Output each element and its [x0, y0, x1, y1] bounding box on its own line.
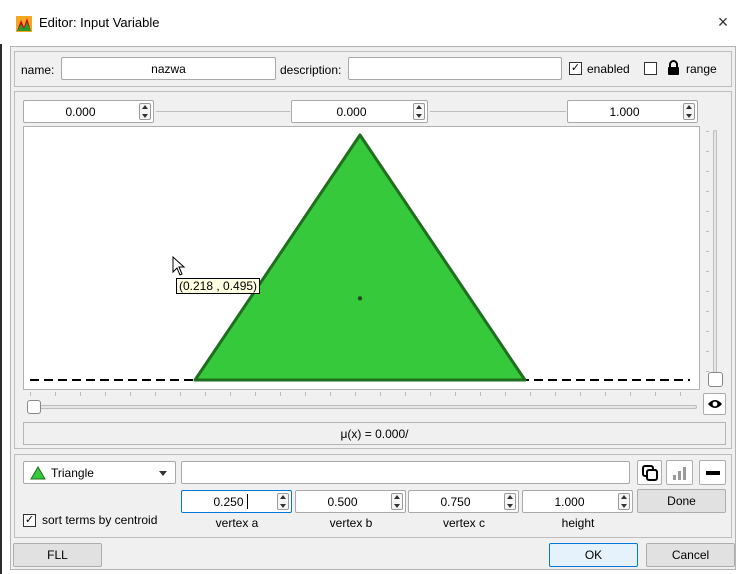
- x-slider-track[interactable]: [30, 405, 697, 409]
- vertex-c-stepper[interactable]: [504, 493, 516, 510]
- x-slider-handle[interactable]: [27, 400, 41, 414]
- done-button[interactable]: Done: [637, 489, 726, 513]
- triangle-term-icon: [30, 466, 46, 480]
- range-min-value: 0.000: [65, 104, 96, 119]
- eye-icon: [707, 400, 722, 408]
- sort-by-centroid-label: sort terms by centroid: [42, 513, 158, 527]
- vertex-a-spinbox[interactable]: 0.250: [181, 490, 292, 513]
- term-type-label: Triangle: [51, 466, 94, 480]
- window-title: Editor: Input Variable: [39, 15, 160, 30]
- triangle-term-shape[interactable]: [193, 133, 527, 382]
- term-plot-svg: [30, 133, 690, 382]
- vertex-a-label: vertex a: [215, 516, 259, 530]
- range-mid-spinbox[interactable]: 0.000: [291, 100, 428, 123]
- range-min-spinbox[interactable]: 0.000: [23, 100, 154, 123]
- chevron-down-icon: [159, 471, 167, 476]
- description-field[interactable]: [348, 57, 562, 80]
- range-line-left: [156, 111, 290, 112]
- remove-term-button[interactable]: [699, 460, 726, 485]
- app-icon: [16, 16, 32, 32]
- range-min-stepper[interactable]: [139, 103, 151, 120]
- height-slider-handle[interactable]: [708, 372, 723, 387]
- cancel-button[interactable]: Cancel: [646, 543, 735, 567]
- range-mid-stepper[interactable]: [413, 103, 425, 120]
- description-label: description:: [280, 63, 342, 77]
- mu-readout-box: μ(x) = 0.000/: [23, 422, 726, 445]
- range-lock-checkbox[interactable]: [644, 62, 657, 75]
- close-button[interactable]: ×: [712, 11, 734, 33]
- range-max-spinbox[interactable]: 1.000: [567, 100, 698, 123]
- term-expression-field[interactable]: [181, 461, 630, 484]
- height-label: height: [561, 516, 595, 530]
- name-field-value: nazwa: [151, 61, 186, 76]
- vertex-c-value: 0.750: [440, 494, 471, 509]
- range-label: range: [686, 62, 717, 76]
- mu-readout: μ(x) = 0.000/: [340, 426, 409, 441]
- vertex-c-spinbox[interactable]: 0.750: [408, 490, 519, 513]
- centroid-dot: [357, 296, 363, 301]
- term-type-combo[interactable]: Triangle: [23, 461, 176, 484]
- x-slider-ticks: [30, 392, 695, 396]
- mouse-cursor-icon: [172, 256, 186, 276]
- name-field[interactable]: nazwa: [61, 57, 276, 80]
- range-max-value: 1.000: [609, 104, 640, 119]
- eye-button[interactable]: [703, 393, 726, 415]
- height-value: 1.000: [554, 494, 585, 509]
- range-line-right: [430, 111, 566, 112]
- lock-icon: [668, 60, 679, 75]
- enabled-label: enabled: [587, 62, 630, 76]
- vertex-b-label: vertex b: [329, 516, 373, 530]
- vertex-b-stepper[interactable]: [391, 493, 403, 510]
- height-slider-track[interactable]: [713, 130, 717, 375]
- vertex-c-label: vertex c: [442, 516, 485, 530]
- window-left-border: [0, 44, 2, 574]
- name-label: name:: [21, 63, 55, 77]
- copy-button[interactable]: [637, 460, 662, 485]
- vertex-b-spinbox[interactable]: 0.500: [295, 490, 406, 513]
- range-mid-value: 0.000: [336, 104, 367, 119]
- bar-chart-button[interactable]: [666, 460, 693, 485]
- term-plot[interactable]: [23, 126, 700, 390]
- height-spinbox[interactable]: 1.000: [522, 490, 633, 513]
- fll-button[interactable]: FLL: [13, 543, 102, 567]
- minus-icon: [705, 470, 720, 475]
- copy-icon: [641, 464, 658, 481]
- vertex-a-value: 0.250: [213, 494, 244, 509]
- enabled-checkbox[interactable]: ✓: [569, 62, 582, 75]
- bar-chart-icon: [672, 466, 686, 480]
- ok-button[interactable]: OK: [549, 543, 638, 567]
- height-stepper[interactable]: [618, 493, 630, 510]
- vertex-a-stepper[interactable]: [277, 493, 289, 510]
- coordinate-tooltip: (0.218 , 0.495): [176, 278, 261, 294]
- height-slider-ticks: [706, 131, 709, 376]
- text-caret: [247, 494, 248, 509]
- sort-by-centroid-checkbox[interactable]: ✓: [23, 514, 36, 527]
- vertex-b-value: 0.500: [327, 494, 358, 509]
- range-max-stepper[interactable]: [683, 103, 695, 120]
